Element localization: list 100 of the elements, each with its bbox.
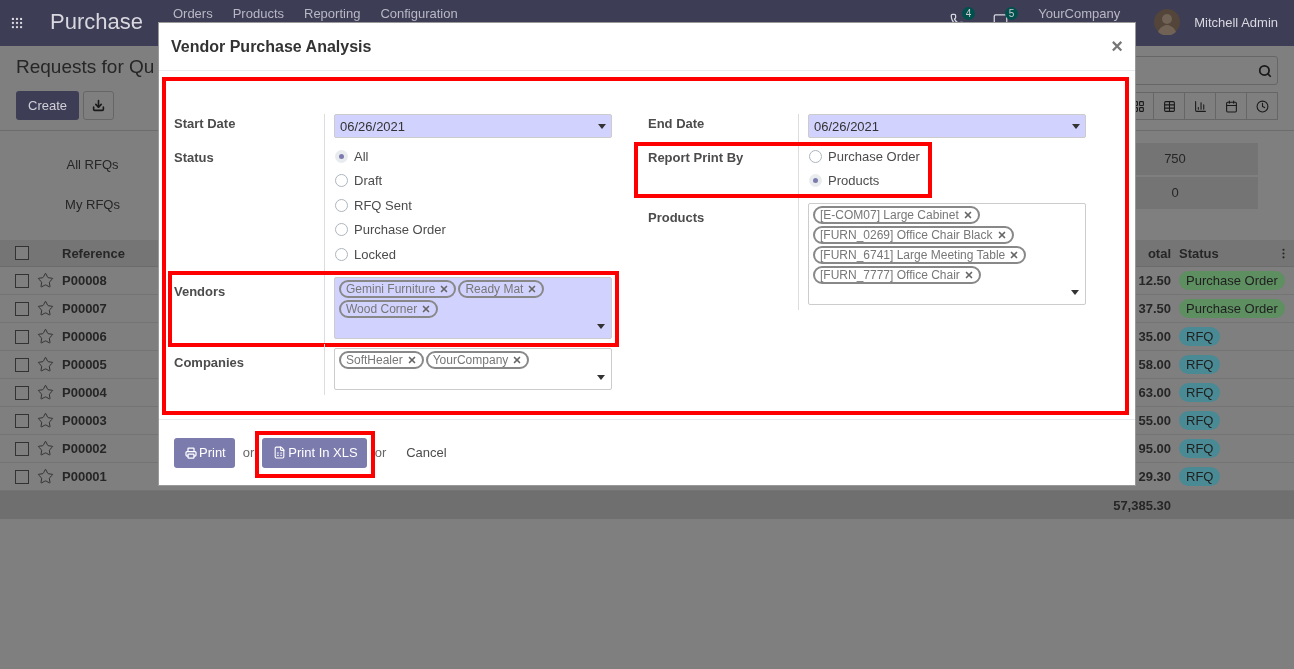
- tag: [FURN_6741] Large Meeting Table: [813, 246, 1027, 264]
- column-header[interactable]: Reference: [62, 245, 125, 261]
- separator-text: or: [374, 445, 387, 460]
- create-button[interactable]: Create: [16, 91, 80, 120]
- checkbox[interactable]: [15, 329, 29, 344]
- radio-button[interactable]: [335, 247, 348, 261]
- clock-icon: [1255, 99, 1269, 113]
- menu-item[interactable]: Reporting: [304, 6, 361, 21]
- activity-view-button[interactable]: [1246, 92, 1278, 120]
- radio-button[interactable]: [335, 198, 348, 212]
- remove-icon[interactable]: [996, 230, 1007, 240]
- print-xls-button[interactable]: Print In XLS: [262, 437, 367, 468]
- status-badge: RFQ: [1179, 383, 1221, 402]
- dialog-title: Vendor Purchase Analysis: [171, 37, 372, 56]
- table-cell: P00006: [62, 329, 107, 344]
- table-total: 57,385.30: [1113, 497, 1172, 513]
- star-icon[interactable]: [37, 412, 54, 429]
- remove-icon[interactable]: [439, 283, 450, 294]
- tag: [FURN_7777] Office Chair: [813, 266, 981, 284]
- status-badge: RFQ: [1179, 327, 1221, 346]
- dashboard-label[interactable]: All RFQs: [66, 145, 119, 185]
- remove-icon[interactable]: [962, 210, 973, 220]
- download-icon: [92, 99, 106, 112]
- remove-icon[interactable]: [512, 354, 523, 365]
- download-button[interactable]: [83, 91, 115, 120]
- cancel-link[interactable]: Cancel: [406, 445, 447, 460]
- remove-icon[interactable]: [421, 303, 432, 314]
- graph-view-button[interactable]: [1184, 92, 1216, 120]
- field-label: End Date: [648, 115, 705, 133]
- separator-text: or: [242, 445, 255, 460]
- checkbox[interactable]: [15, 357, 29, 372]
- table-cell: P00008: [62, 273, 107, 288]
- table-cell: P00002: [62, 441, 107, 456]
- radio-button[interactable]: [335, 174, 348, 188]
- remove-icon[interactable]: [527, 283, 538, 294]
- star-icon[interactable]: [37, 328, 54, 345]
- bar-chart-icon: [1193, 99, 1207, 113]
- apps-icon[interactable]: [10, 16, 24, 30]
- radio-label: All: [354, 148, 369, 164]
- star-icon[interactable]: [37, 440, 54, 457]
- print-button[interactable]: Print: [174, 437, 235, 468]
- menu-item[interactable]: Products: [232, 6, 284, 21]
- table-cell: P00007: [62, 301, 107, 316]
- radio-button[interactable]: [809, 149, 822, 163]
- spreadsheet-icon: [273, 446, 287, 459]
- checkbox[interactable]: [15, 246, 29, 260]
- count-badge: 5: [1004, 7, 1019, 20]
- date-field[interactable]: 06/26/2021: [334, 114, 612, 138]
- tag: [E-COM07] Large Cabinet: [813, 206, 980, 224]
- remove-icon[interactable]: [406, 354, 417, 365]
- star-icon[interactable]: [37, 272, 54, 289]
- close-button[interactable]: ×: [1111, 35, 1123, 58]
- menu-item[interactable]: Orders: [172, 6, 213, 21]
- field-label: Companies: [174, 353, 245, 372]
- menu-item[interactable]: Configuration: [380, 6, 458, 21]
- checkbox[interactable]: [15, 441, 29, 456]
- tags-field[interactable]: [E-COM07] Large Cabinet [FURN_0269] Office Chair Black [FURN_6741] Large Meeting Table [FURN_7777] Office Chair: [808, 203, 1086, 305]
- star-icon[interactable]: [37, 468, 54, 485]
- remove-icon[interactable]: [1009, 250, 1020, 260]
- radio-label: Draft: [354, 173, 383, 189]
- table-cell-text: 95.00: [1138, 441, 1172, 456]
- status-badge: RFQ: [1179, 439, 1221, 458]
- date-field[interactable]: 06/26/2021: [808, 114, 1086, 138]
- tag: Ready Mat: [458, 279, 545, 298]
- table-cell-text: 35.00: [1138, 329, 1172, 344]
- star-icon[interactable]: [37, 300, 54, 317]
- tag: SoftHealer: [339, 350, 424, 369]
- checkbox[interactable]: [15, 469, 29, 484]
- tags-field[interactable]: SoftHealer YourCompany: [334, 347, 612, 390]
- checkbox[interactable]: [15, 385, 29, 400]
- star-icon[interactable]: [37, 356, 54, 373]
- caret-icon[interactable]: [597, 374, 605, 380]
- company-name[interactable]: YourCompany: [1038, 6, 1121, 21]
- table-cell: P00003: [62, 413, 107, 428]
- checkbox[interactable]: [15, 273, 29, 288]
- remove-icon[interactable]: [963, 270, 974, 280]
- tags-field[interactable]: Gemini Furniture Ready Mat Wood Corner: [334, 276, 612, 339]
- radio-label: RFQ Sent: [354, 197, 412, 213]
- column-header[interactable]: otal: [1147, 245, 1175, 261]
- status-badge: RFQ: [1179, 355, 1221, 374]
- count-badge: 4: [961, 7, 976, 20]
- table-cell: P00005: [62, 357, 107, 372]
- table-icon: [1162, 99, 1176, 113]
- field-label: Products: [648, 209, 705, 227]
- caret-icon[interactable]: [1072, 123, 1080, 129]
- user-name[interactable]: Mitchell Admin: [1194, 15, 1278, 30]
- dashboard-label[interactable]: My RFQs: [65, 185, 120, 225]
- checkbox[interactable]: [15, 413, 29, 428]
- list-view-button[interactable]: [1153, 92, 1185, 120]
- star-icon[interactable]: [37, 384, 54, 401]
- caret-icon[interactable]: [598, 123, 606, 129]
- column-header[interactable]: Status: [1179, 245, 1219, 261]
- calendar-view-button[interactable]: [1215, 92, 1247, 120]
- caret-icon[interactable]: [1071, 290, 1079, 295]
- caret-icon[interactable]: [597, 323, 605, 329]
- checkbox[interactable]: [15, 301, 29, 316]
- tag: Gemini Furniture: [339, 279, 457, 298]
- radio-label: Products: [828, 173, 880, 189]
- radio-button[interactable]: [335, 223, 348, 237]
- radio-label: Purchase Order: [354, 222, 446, 238]
